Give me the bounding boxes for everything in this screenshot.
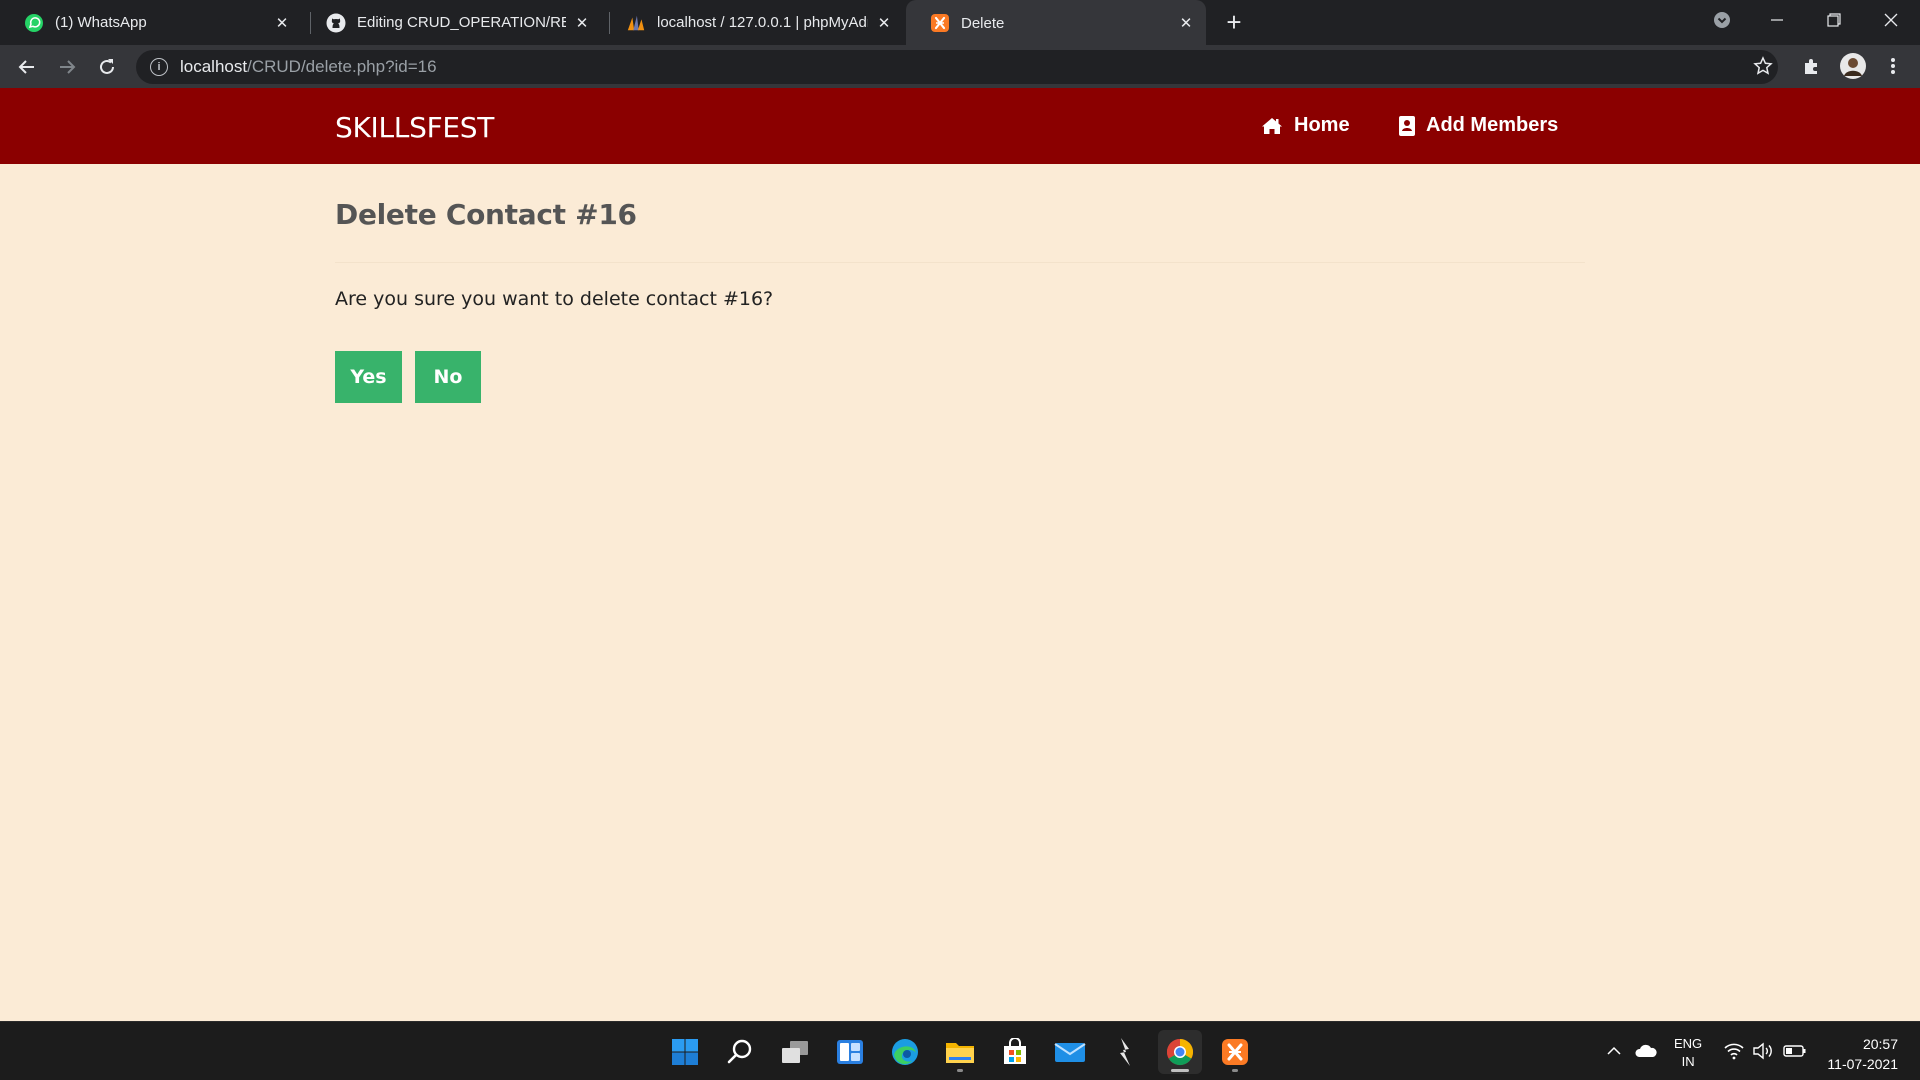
restore-icon[interactable] <box>1806 0 1862 40</box>
site-navbar: SKILLSFEST Home Add Members <box>0 88 1920 164</box>
nav-home-link[interactable]: Home <box>1260 114 1350 137</box>
widgets-button[interactable] <box>828 1030 872 1074</box>
no-button[interactable]: No <box>415 351 481 403</box>
xampp-icon <box>930 13 950 33</box>
tab-search-icon[interactable] <box>1694 0 1750 40</box>
tab-phpmyadmin[interactable]: localhost / 127.0.0.1 | phpMyAdmin ✕ <box>602 0 904 45</box>
clock[interactable]: 20:57 11-07-2021 <box>1827 1034 1898 1074</box>
url-text: localhost/CRUD/delete.php?id=16 <box>180 57 437 77</box>
bookmark-star-icon[interactable] <box>1747 50 1779 82</box>
windows-icon <box>672 1039 698 1065</box>
language-code: ENG <box>1674 1036 1703 1051</box>
browser-toolbar: i localhost/CRUD/delete.php?id=16 <box>0 45 1920 88</box>
sublime-button[interactable] <box>1103 1030 1147 1074</box>
task-view-icon <box>782 1041 808 1063</box>
url-host: localhost <box>180 57 248 76</box>
browser-menu-icon[interactable] <box>1877 50 1909 82</box>
running-indicator <box>1171 1069 1189 1072</box>
onedrive-icon[interactable] <box>1630 1035 1662 1067</box>
running-indicator <box>957 1069 963 1072</box>
close-tab-icon[interactable]: ✕ <box>272 13 292 33</box>
minimize-icon[interactable] <box>1749 0 1805 40</box>
back-icon[interactable] <box>11 51 43 83</box>
bolt-icon <box>1120 1038 1130 1066</box>
phpmyadmin-icon <box>626 13 646 33</box>
close-tab-icon[interactable]: ✕ <box>572 13 592 33</box>
task-view-button[interactable] <box>773 1030 817 1074</box>
tab-title: Delete <box>961 14 1005 32</box>
clock-time: 20:57 <box>1862 1036 1898 1052</box>
store-button[interactable] <box>993 1030 1037 1074</box>
tab-title: localhost / 127.0.0.1 | phpMyAdmin <box>657 14 868 31</box>
file-explorer-button[interactable] <box>938 1030 982 1074</box>
whatsapp-icon <box>24 13 44 33</box>
mail-icon <box>1054 1043 1086 1062</box>
region-code: IN <box>1681 1054 1695 1069</box>
extensions-icon[interactable] <box>1796 50 1828 82</box>
tab-whatsapp[interactable]: (1) WhatsApp ✕ <box>0 0 302 45</box>
brand-logo[interactable]: SKILLSFEST <box>335 111 494 144</box>
windows-taskbar: ENG IN 20:57 11-07-2021 <box>0 1021 1920 1080</box>
url-path: /CRUD/delete.php?id=16 <box>247 57 437 76</box>
github-icon <box>326 13 346 33</box>
wifi-icon[interactable] <box>1718 1035 1750 1067</box>
running-indicator <box>1232 1069 1238 1072</box>
chrome-icon <box>1166 1038 1194 1066</box>
search-icon <box>727 1039 752 1064</box>
xampp-button[interactable] <box>1213 1030 1257 1074</box>
edge-button[interactable] <box>883 1030 927 1074</box>
volume-icon[interactable] <box>1747 1035 1779 1067</box>
clock-date: 11-07-2021 <box>1827 1056 1898 1072</box>
reload-icon[interactable] <box>91 51 123 83</box>
home-icon <box>1262 117 1282 134</box>
nav-add-members-label: Add Members <box>1426 114 1559 136</box>
tab-github[interactable]: Editing CRUD_OPERATION/README ✕ <box>302 0 602 45</box>
mail-button[interactable] <box>1048 1030 1092 1074</box>
page-content: SKILLSFEST Home Add Members Delete Conta… <box>0 88 1920 1021</box>
site-info-icon[interactable]: i <box>150 58 168 76</box>
close-window-icon[interactable] <box>1863 0 1919 40</box>
confirm-message: Are you sure you want to delete contact … <box>335 288 774 310</box>
forward-icon[interactable] <box>51 51 83 83</box>
edge-icon <box>892 1039 918 1065</box>
nav-home-label: Home <box>1294 114 1350 136</box>
nav-add-members-link[interactable]: Add Members <box>1398 114 1558 137</box>
tab-title: (1) WhatsApp <box>55 14 147 31</box>
tab-strip: (1) WhatsApp ✕ Editing CRUD_OPERATION/RE… <box>0 0 1920 46</box>
close-tab-icon[interactable]: ✕ <box>874 13 894 33</box>
address-bar[interactable]: i localhost/CRUD/delete.php?id=16 <box>136 50 1778 84</box>
tab-delete[interactable]: Delete ✕ <box>906 0 1206 46</box>
new-tab-icon[interactable]: + <box>1220 9 1248 37</box>
profile-avatar[interactable] <box>1837 50 1869 82</box>
divider <box>335 262 1585 263</box>
close-tab-icon[interactable]: ✕ <box>1176 13 1196 33</box>
language-indicator[interactable]: ENG IN <box>1674 1035 1702 1071</box>
start-button[interactable] <box>663 1030 707 1074</box>
xampp-icon <box>1222 1039 1248 1065</box>
chrome-button[interactable] <box>1158 1030 1202 1074</box>
page-title: Delete Contact #16 <box>335 198 637 231</box>
tab-title: Editing CRUD_OPERATION/README <box>357 14 566 31</box>
store-icon <box>1004 1038 1026 1064</box>
widgets-icon <box>837 1040 863 1064</box>
search-taskbar-button[interactable] <box>718 1030 762 1074</box>
address-book-icon <box>1399 115 1415 136</box>
show-hidden-icons-icon[interactable] <box>1598 1035 1630 1067</box>
battery-icon[interactable] <box>1779 1035 1811 1067</box>
folder-icon <box>946 1043 974 1063</box>
yes-button[interactable]: Yes <box>335 351 402 403</box>
